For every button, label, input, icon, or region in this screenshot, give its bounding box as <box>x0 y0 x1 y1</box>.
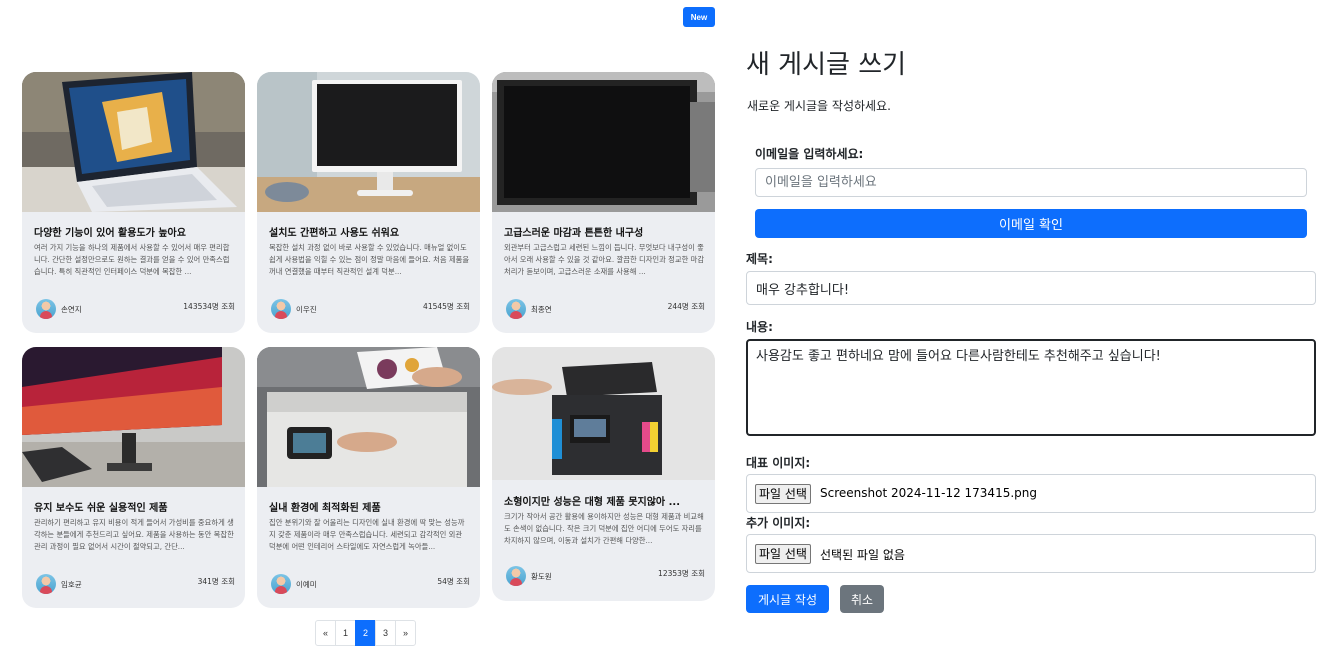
new-post-button[interactable]: New <box>683 7 715 27</box>
post-card[interactable]: 다양한 기능이 있어 활용도가 높아요 여러 가지 기능을 하나의 제품에서 사… <box>22 72 245 333</box>
main-image-file-input[interactable]: 파일 선택 Screenshot 2024-11-12 173415.png <box>746 474 1316 513</box>
monitor-stand-product-image <box>22 347 245 487</box>
email-label: 이메일을 입력하세요: <box>755 147 864 161</box>
printer-product-image <box>257 347 480 487</box>
avatar <box>36 574 56 594</box>
post-card[interactable]: 유지 보수도 쉬운 실용적인 제품 관리하기 편리하고 유지 비용이 적게 들어… <box>22 347 245 608</box>
extra-image-choose-button[interactable]: 파일 선택 <box>755 544 811 564</box>
post-meta: 이우진 41545명 조회 <box>271 298 470 320</box>
email-confirm-button[interactable]: 이메일 확인 <box>755 209 1307 238</box>
post-card[interactable]: 실내 환경에 최적화된 제품 집안 분위기와 잘 어울리는 디자인에 실내 환경… <box>257 347 480 608</box>
email-input[interactable] <box>755 168 1307 197</box>
content-label: 내용: <box>746 320 773 334</box>
page-subtitle: 새로운 게시글을 작성하세요. <box>747 99 891 113</box>
pagination-page-1[interactable]: 1 <box>335 620 356 646</box>
post-meta: 최종연 244명 조회 <box>506 298 705 320</box>
main-image-choose-button[interactable]: 파일 선택 <box>755 484 811 504</box>
post-description: 관리하기 편리하고 유지 비용이 적게 들어서 가성비를 중요하게 생각하는 분… <box>34 518 234 551</box>
submit-post-button[interactable]: 게시글 작성 <box>746 585 829 613</box>
post-description: 집안 분위기와 잘 어울리는 디자인에 실내 환경에 딱 맞는 성능까지 갖춘 … <box>269 518 465 551</box>
view-count: 54명 조회 <box>437 577 470 586</box>
ink-tank-printer-product-image <box>492 347 715 480</box>
extra-image-filename: 선택된 파일 없음 <box>820 548 905 562</box>
post-title: 유지 보수도 쉬운 실용적인 제품 <box>34 503 168 514</box>
author-name: 황도원 <box>531 572 552 581</box>
avatar <box>271 299 291 319</box>
post-card[interactable]: 설치도 간편하고 사용도 쉬워요 복잡한 설치 과정 없이 바로 사용할 수 있… <box>257 72 480 333</box>
cancel-button[interactable]: 취소 <box>840 585 884 613</box>
post-title: 소형이지만 성능은 대형 제품 못지않아 ... <box>504 497 681 508</box>
main-image-label: 대표 이미지: <box>746 456 811 470</box>
avatar <box>36 299 56 319</box>
avatar <box>506 566 526 586</box>
post-description: 여러 가지 기능을 하나의 제품에서 사용할 수 있어서 매우 편리합니다. 간… <box>34 243 230 276</box>
post-meta: 손연지 143534명 조회 <box>36 298 235 320</box>
post-meta: 황도원 12353명 조회 <box>506 565 705 587</box>
post-title: 실내 환경에 최적화된 제품 <box>269 503 381 514</box>
subject-label: 제목: <box>746 252 773 266</box>
post-title: 고급스러운 마감과 튼튼한 내구성 <box>504 228 644 239</box>
view-count: 12353명 조회 <box>658 569 705 578</box>
pagination-next-button[interactable]: » <box>395 620 416 646</box>
extra-image-file-input[interactable]: 파일 선택 선택된 파일 없음 <box>746 534 1316 573</box>
avatar <box>506 299 526 319</box>
post-description: 복잡한 설치 과정 없이 바로 사용할 수 있었습니다. 매뉴얼 없이도 쉽게 … <box>269 243 470 276</box>
view-count: 143534명 조회 <box>183 302 235 311</box>
post-title: 다양한 기능이 있어 활용도가 높아요 <box>34 228 186 239</box>
dark-monitor-product-image <box>492 72 715 212</box>
extra-image-label: 추가 이미지: <box>746 516 811 530</box>
main-image-filename: Screenshot 2024-11-12 173415.png <box>820 486 1037 500</box>
subject-input[interactable] <box>746 271 1316 305</box>
post-card[interactable]: 소형이지만 성능은 대형 제품 못지않아 ... 크기가 작아서 공간 활용에 … <box>492 347 715 601</box>
post-meta: 이예미 54명 조회 <box>271 573 470 595</box>
pagination: « 1 2 3 » <box>315 620 416 646</box>
post-card-grid: 다양한 기능이 있어 활용도가 높아요 여러 가지 기능을 하나의 제품에서 사… <box>22 72 715 608</box>
pagination-page-3[interactable]: 3 <box>375 620 396 646</box>
avatar <box>271 574 291 594</box>
view-count: 41545명 조회 <box>423 302 470 311</box>
post-description: 크기가 작아서 공간 활용에 용이하지만 성능은 대형 제품과 비교해도 손색이… <box>504 512 704 545</box>
post-title: 설치도 간편하고 사용도 쉬워요 <box>269 228 400 239</box>
laptop-product-image <box>22 72 245 212</box>
post-description: 외관부터 고급스럽고 세련된 느낌이 듭니다. 무엇보다 내구성이 좋아서 오래… <box>504 243 705 276</box>
view-count: 341명 조회 <box>197 577 235 586</box>
page-title: 새 게시글 쓰기 <box>746 50 907 80</box>
monitor-product-image <box>257 72 480 212</box>
view-count: 244명 조회 <box>667 302 705 311</box>
pagination-prev-button[interactable]: « <box>315 620 336 646</box>
author-name: 임호균 <box>61 580 82 589</box>
author-name: 이예미 <box>296 580 317 589</box>
author-name: 최종연 <box>531 305 552 314</box>
content-textarea[interactable]: 사용감도 좋고 편하네요 맘에 들어요 다른사람한테도 추천해주고 싶습니다! <box>746 339 1316 436</box>
post-card[interactable]: 고급스러운 마감과 튼튼한 내구성 외관부터 고급스럽고 세련된 느낌이 듭니다… <box>492 72 715 333</box>
post-meta: 임호균 341명 조회 <box>36 573 235 595</box>
pagination-page-2[interactable]: 2 <box>355 620 376 646</box>
author-name: 손연지 <box>61 305 82 314</box>
author-name: 이우진 <box>296 305 317 314</box>
